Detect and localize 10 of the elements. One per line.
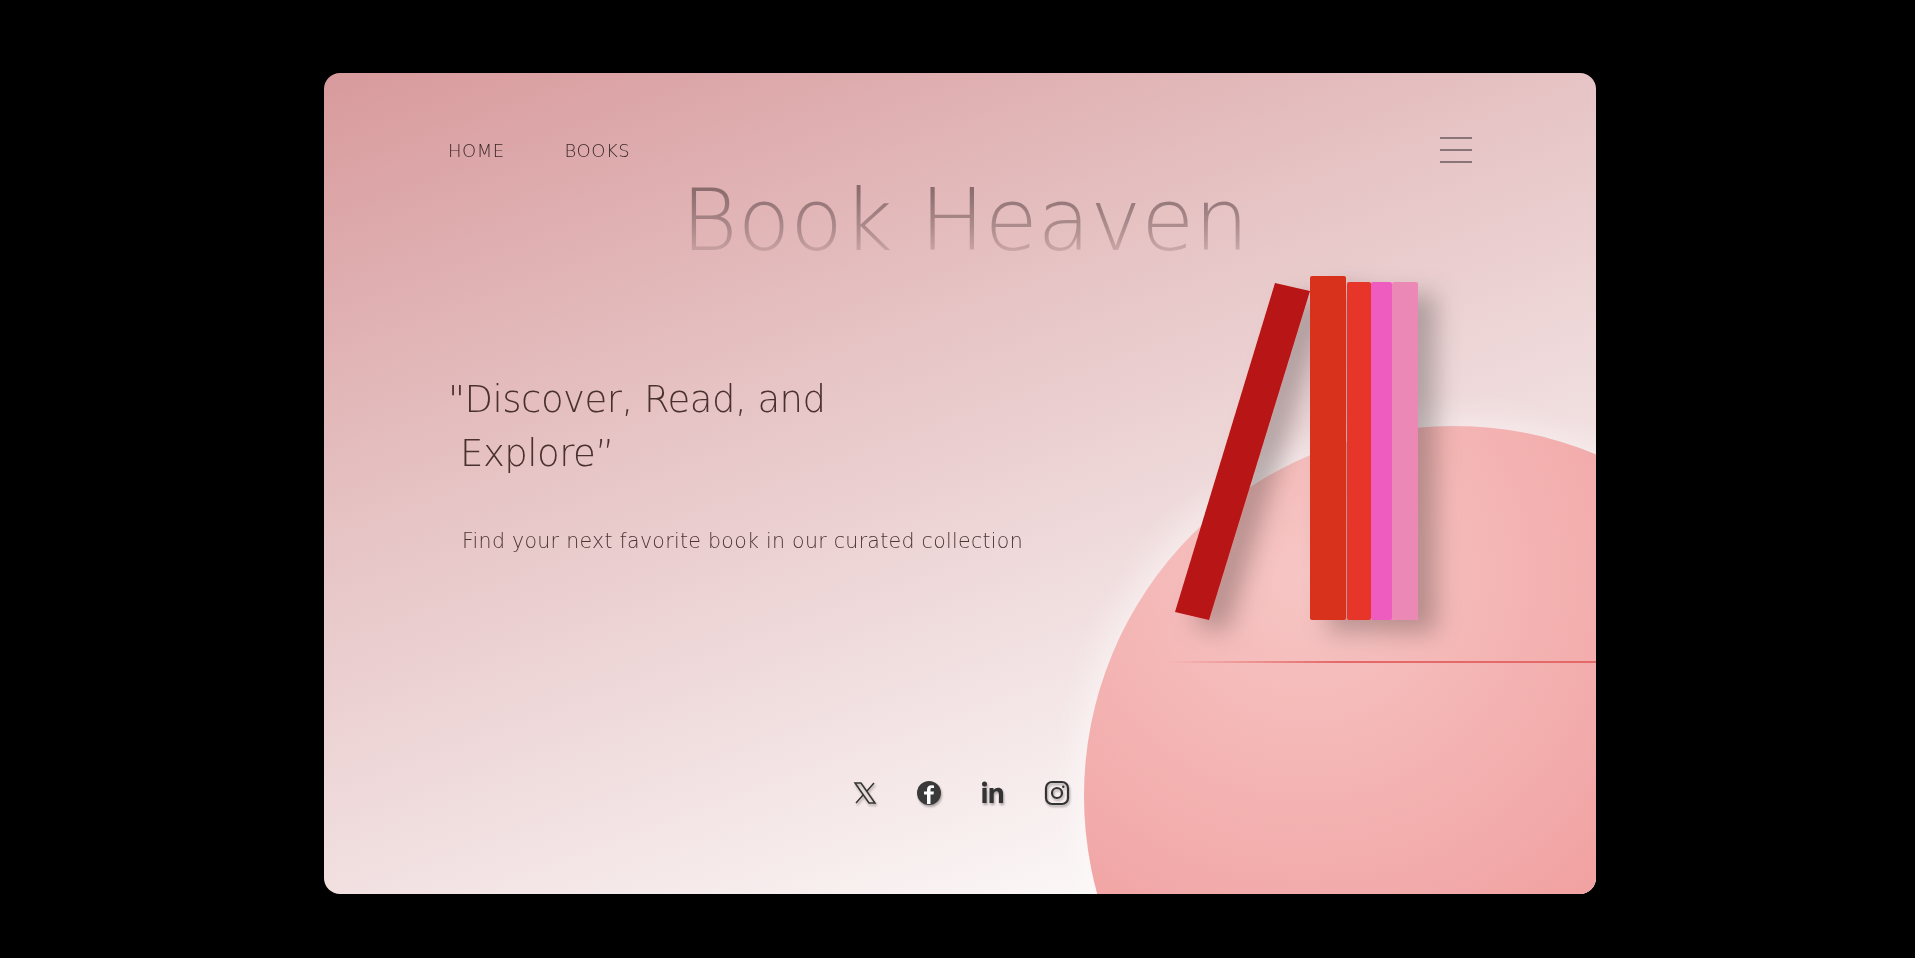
x-logo-icon[interactable]: [852, 780, 878, 806]
instagram-icon[interactable]: [1044, 780, 1070, 806]
hero-subtitle: Find your next favorite book in our curated collection: [462, 529, 1024, 553]
nav-link[interactable]: HOME: [448, 139, 505, 161]
menu-icon[interactable]: [1440, 137, 1472, 163]
hero-headline: Explore”: [459, 431, 614, 477]
facebook-icon[interactable]: [916, 780, 942, 806]
hero-headline: "Discover, Read, and: [448, 377, 826, 423]
nav-link[interactable]: BOOKS: [564, 139, 631, 161]
linkedin-icon[interactable]: [980, 780, 1006, 806]
